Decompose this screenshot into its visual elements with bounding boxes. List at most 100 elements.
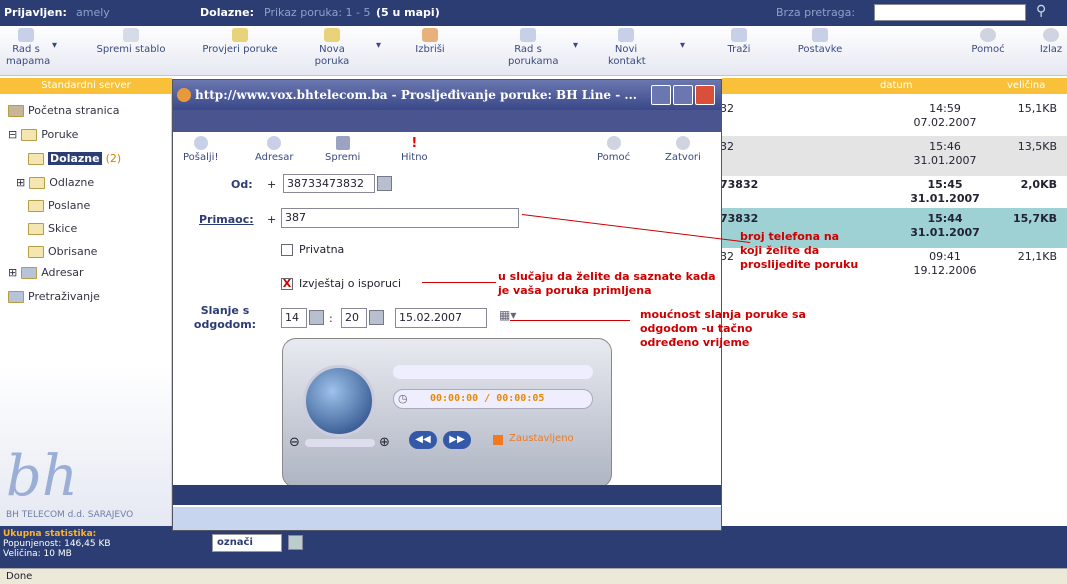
volume-down-icon[interactable]: ⊖ [289,435,300,450]
bottom-bar: označi [172,526,1067,568]
close-window-button[interactable] [695,85,715,105]
mark-select[interactable]: označi [212,534,282,552]
send-button[interactable]: Pošalji! [183,136,218,163]
private-checkbox[interactable] [281,244,293,256]
check-mail-label: Provjeri poruke [202,44,278,55]
tree-item-search[interactable]: Pretraživanje [8,290,100,303]
addressbook-icon [267,136,282,150]
minute-dropdown-icon[interactable] [369,310,384,325]
deleted-label: Obrisane [48,245,98,258]
tree-icon [123,28,139,42]
popup-close-button[interactable]: Zatvori [665,136,701,163]
send-icon [193,136,208,150]
window-strip [173,110,721,132]
hour-dropdown-icon[interactable] [309,310,324,325]
envelope-icon [232,28,248,42]
find-button[interactable]: Traži [722,28,756,56]
expand-icon[interactable]: ⊞ [16,176,25,189]
search-label: Brza pretraga: [776,6,856,19]
addressbook-label: Adresar [255,152,294,163]
maximize-button[interactable] [673,85,693,105]
settings-label: Postavke [797,44,843,55]
save-button[interactable]: Spremi [325,136,360,163]
tree-item-outbox[interactable]: ⊞ Odlazne [16,176,94,189]
urgent-button[interactable]: ! Hitno [401,136,428,163]
stats-title: Ukupna statistika: [3,529,97,539]
date-column-header[interactable]: datum [880,78,912,94]
to-plus: + [267,213,277,226]
size-column-header[interactable]: veličina [1007,78,1045,94]
recipient-input[interactable]: 387 [281,208,519,228]
collapse-icon[interactable]: ⊟ [8,128,17,141]
check-mail-button[interactable]: Provjeri poruke [200,28,280,56]
tree-item-drafts[interactable]: Skice [28,222,77,235]
messages-button[interactable]: Rad s porukama [508,28,559,68]
folder-tree: Početna stranica ⊟ Poruke Dolazne (2) ⊞ Odl… [0,94,172,544]
mark-dropdown-icon[interactable] [288,535,303,550]
window-resize-area [173,507,721,530]
timer-display: ◷ 00:00:00 / 00:00:05 [393,389,593,409]
row-from: 73832 [720,178,759,191]
hour-select[interactable]: 14 [281,308,307,328]
tree-item-messages[interactable]: ⊟ Poruke [8,128,78,141]
row-time: 15:45 [927,178,963,191]
search-input[interactable] [874,4,1026,21]
minimize-button[interactable] [651,85,671,105]
save-tree-button[interactable]: Spremi stablo [92,28,170,56]
settings-button[interactable]: Postavke [792,28,848,56]
volume-slider[interactable] [305,439,375,447]
delivery-report-label: Izvještaj o isporuci [299,277,402,290]
stats-fill: Popunjenost: 146,45 KB [3,539,111,549]
tree-item-inbox[interactable]: Dolazne (2) [28,152,121,165]
help-icon [606,136,621,150]
search-folder-icon [8,290,24,303]
seek-bar[interactable] [393,365,593,379]
to-label[interactable]: Primaoc: [199,213,254,226]
messages-dropdown-icon[interactable]: ▾ [573,40,578,52]
delay-annotation: moućnost slanja poruke sa odgodom -u tač… [640,308,806,349]
tree-item-addressbook[interactable]: ⊞ Adresar [8,266,84,279]
new-message-button[interactable]: Nova poruka [314,28,350,68]
help-button[interactable]: Pomoć [970,28,1006,56]
folders-dropdown-icon[interactable]: ▾ [52,40,57,52]
delete-button[interactable]: Izbriši [412,28,448,56]
forward-button[interactable]: ▶▶ [443,431,471,449]
date-input[interactable]: 15.02.2007 [395,308,487,328]
delete-label: Izbriši [415,44,445,55]
row-date: 31.01.2007 [913,154,977,167]
volume-up-icon[interactable]: ⊕ [379,435,390,450]
expand-icon[interactable]: ⊞ [8,266,17,279]
exclamation-icon: ! [411,136,418,151]
rewind-button[interactable]: ◀◀ [409,431,437,449]
time-colon: : [329,312,333,325]
addressbook-button[interactable]: Adresar [255,136,294,163]
from-dropdown-icon[interactable] [377,176,392,191]
row-date: 19.12.2006 [913,264,977,277]
tree-item-deleted[interactable]: Obrisane [28,245,97,258]
new-dropdown-icon[interactable]: ▾ [376,40,381,52]
delivery-report-checkbox[interactable]: X [281,278,293,290]
window-footer [173,485,721,505]
send-label: Pošalji! [183,152,219,163]
private-label: Privatna [299,243,345,256]
from-select[interactable]: 38733473832 [283,174,375,193]
logout-button[interactable]: Izlaz [1036,28,1066,56]
new-contact-button[interactable]: Novi kontakt [608,28,646,68]
save-icon [335,136,350,150]
folder-info: Prikaz poruka: 1 - 5 [264,6,371,19]
row-date: 31.01.2007 [910,226,980,239]
home-link[interactable]: Početna stranica [8,104,119,117]
report-annotation-line [422,282,496,283]
delay-label: Slanje s odgodom: [193,304,257,331]
search-folder-label: Pretraživanje [28,290,100,303]
popup-help-button[interactable]: Pomoć [597,136,630,163]
popup-help-label: Pomoć [597,152,631,163]
tree-item-sent[interactable]: Poslane [28,199,90,212]
table-row[interactable]: 32 15:46 31.01.2007 13,5KB [720,136,1067,176]
minute-select[interactable]: 20 [341,308,367,328]
search-icon[interactable]: ⚲ [1036,3,1046,19]
folders-button[interactable]: Rad s mapama [6,28,50,68]
table-row[interactable]: 32 14:59 07.02.2007 15,1KB [720,98,1067,138]
contact-dropdown-icon[interactable]: ▾ [680,40,685,52]
new-envelope-icon [324,28,340,42]
